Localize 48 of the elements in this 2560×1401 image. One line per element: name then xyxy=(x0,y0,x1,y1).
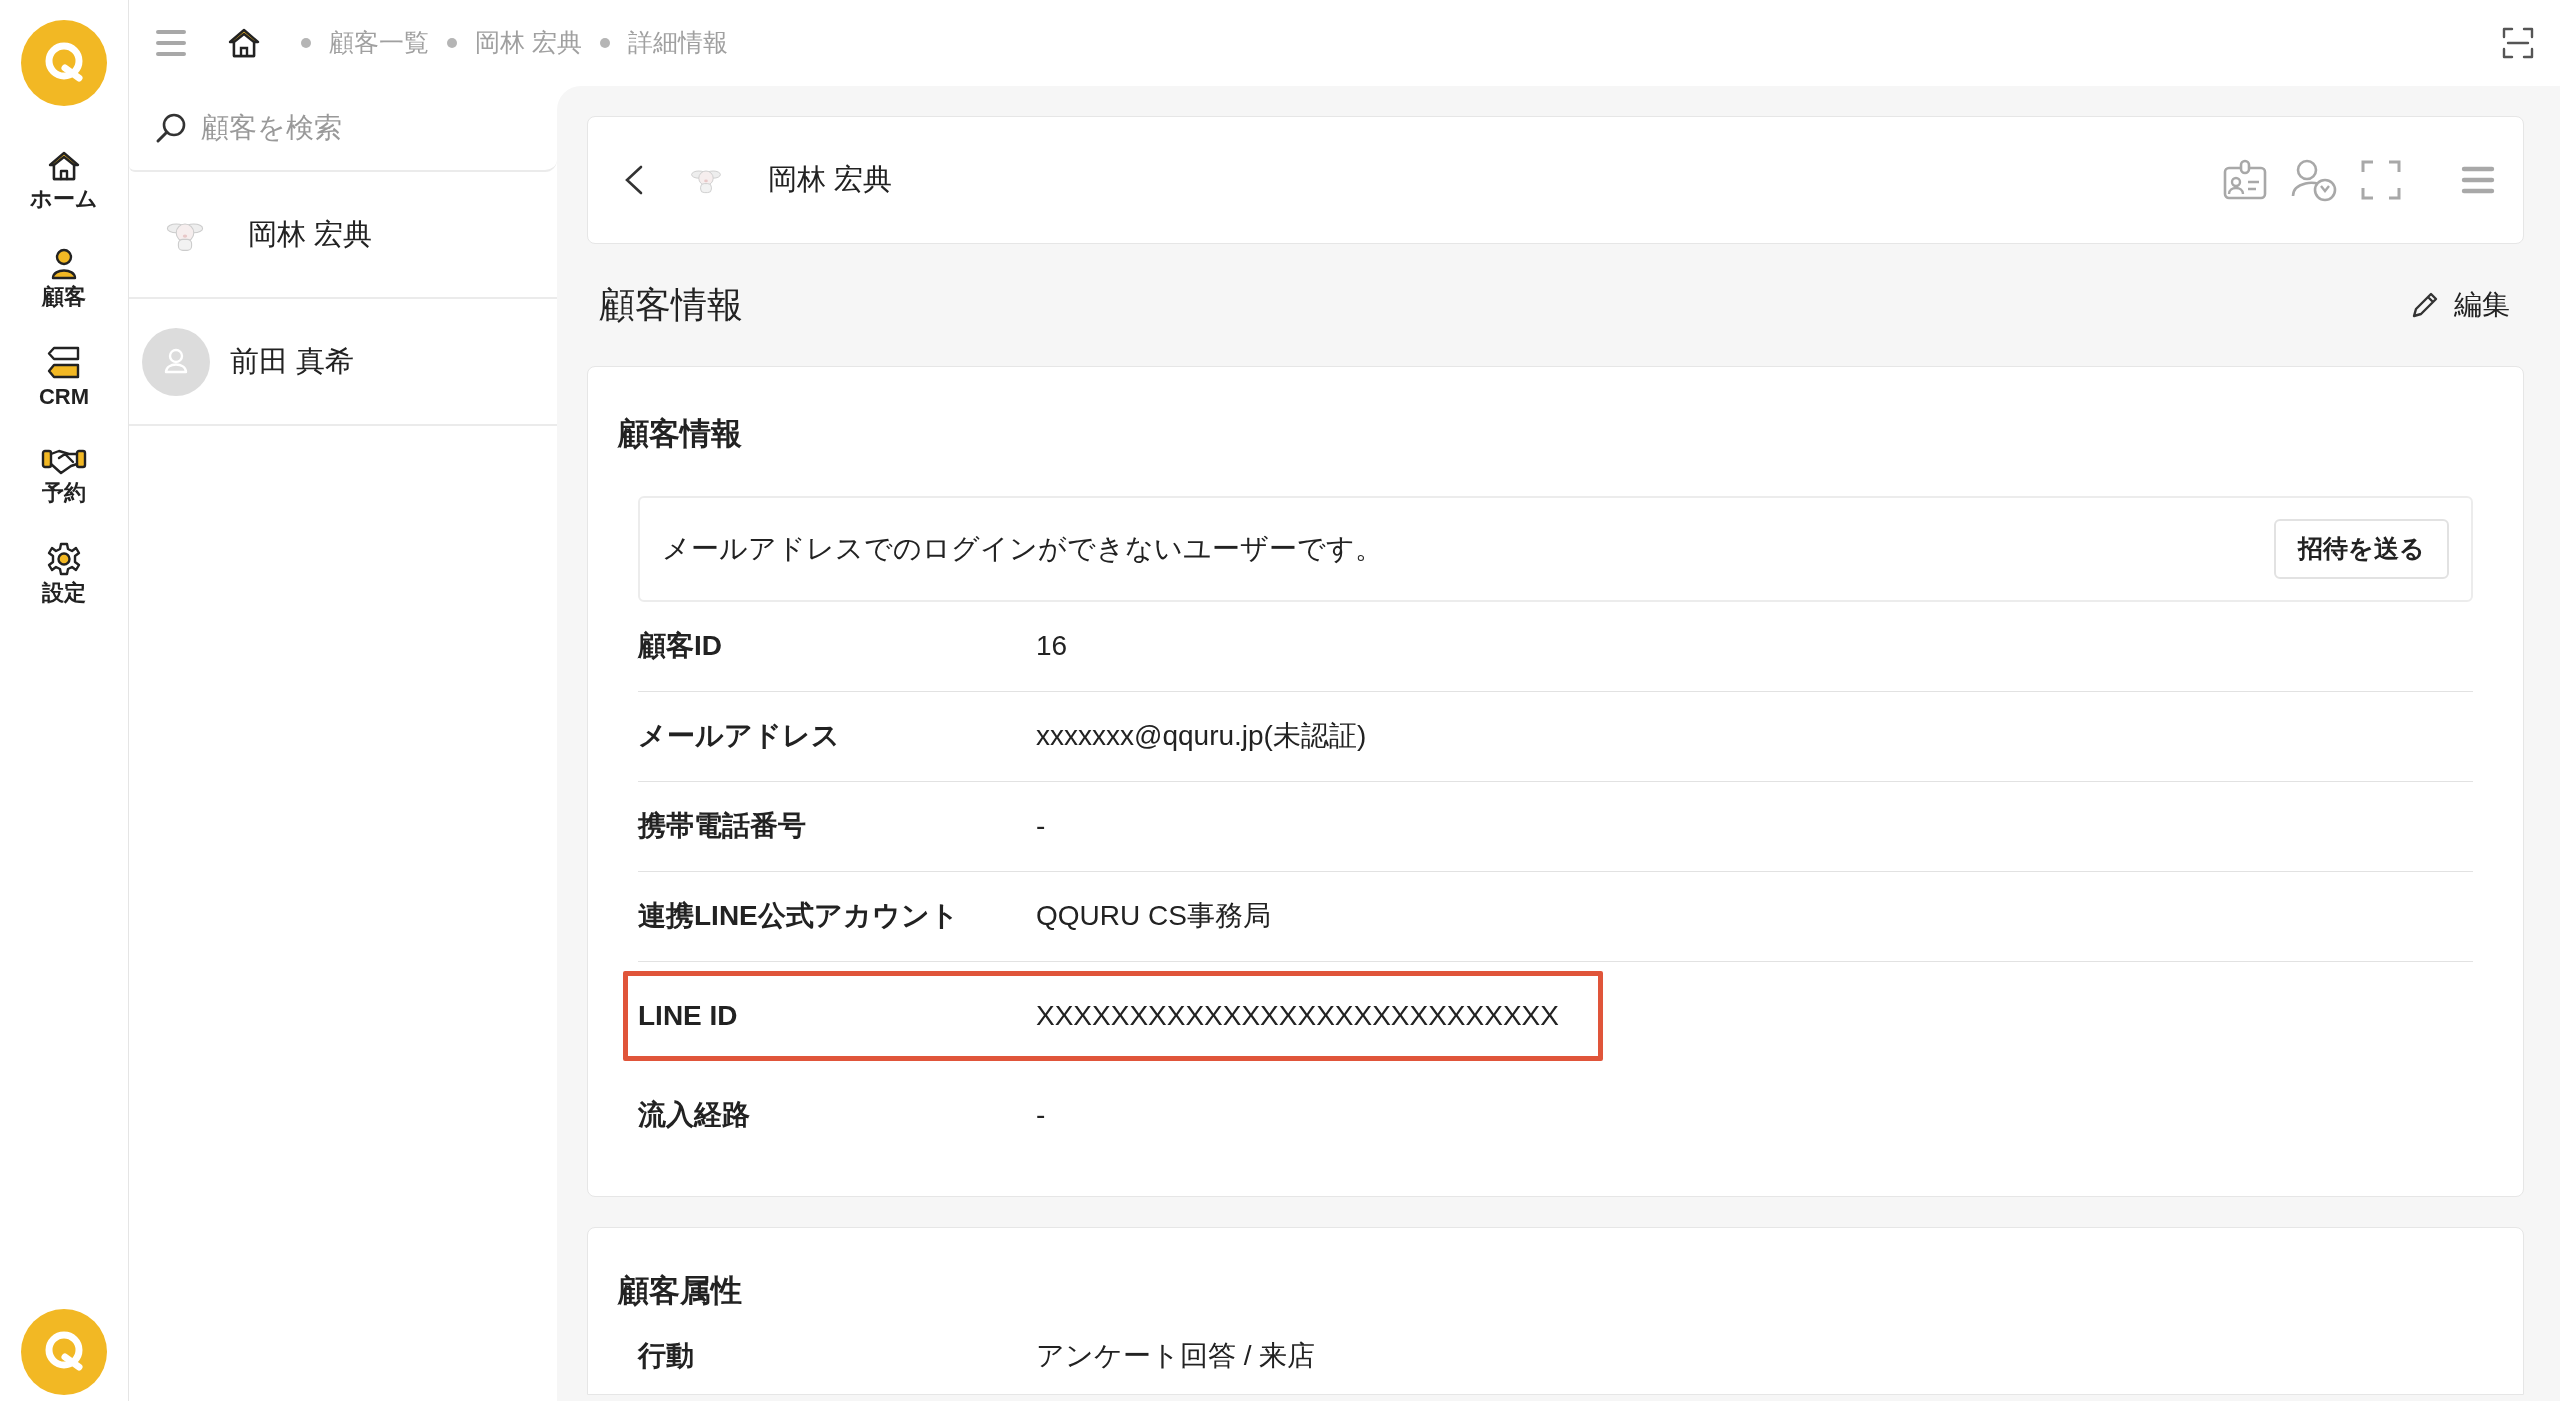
field-label: 流入経路 xyxy=(638,1097,751,1132)
field-label: 顧客ID xyxy=(638,629,723,663)
field-value: - xyxy=(1036,809,1046,843)
field-value: - xyxy=(1036,1097,1046,1132)
nav-item[interactable]: ホーム xyxy=(30,150,98,210)
logo-icon[interactable] xyxy=(21,1309,107,1395)
nav-item[interactable]: 顧客 xyxy=(42,248,86,308)
field-value: xxxxxxx@qquru.jp(未認証) xyxy=(1036,719,1367,753)
field-label: 行動 xyxy=(638,1339,695,1373)
settings-icon xyxy=(47,542,81,576)
invite-button[interactable]: 招待を送る xyxy=(2274,518,2449,579)
pencil-icon xyxy=(2410,290,2440,320)
tags-icon xyxy=(46,346,82,380)
field-label: 連携LINE公式アカウント xyxy=(638,899,960,933)
home-icon xyxy=(47,150,81,182)
avatar-icon xyxy=(142,327,210,396)
field-value: QQURU CS事務局 xyxy=(1036,899,1271,933)
search-icon xyxy=(155,112,187,144)
separator-dot-icon xyxy=(447,38,457,48)
fullscreen-icon[interactable] xyxy=(2502,27,2534,59)
separator-dot-icon xyxy=(301,38,311,48)
card-title: 顧客属性 xyxy=(618,1271,743,1310)
field-value: アンケート回答 / 来店 xyxy=(1036,1339,1316,1373)
back-icon[interactable] xyxy=(624,165,644,195)
logo-icon[interactable] xyxy=(21,20,107,106)
field-label: 携帯電話番号 xyxy=(638,809,807,843)
field-value: 16 xyxy=(1036,629,1068,663)
separator-dot-icon xyxy=(599,38,610,48)
field-value: XXXXXXXXXXXXXXXXXXXXXXXXXXXX xyxy=(1036,998,1559,1033)
search-field[interactable]: 顧客を検索 xyxy=(201,107,531,149)
field-label: メールアドレス xyxy=(638,719,841,753)
expand-icon[interactable] xyxy=(2361,160,2401,200)
menu-icon[interactable] xyxy=(155,28,187,58)
card-title: 顧客情報 xyxy=(618,415,743,453)
menu-icon[interactable] xyxy=(2461,165,2495,195)
nav-item[interactable]: 予約 xyxy=(41,446,87,504)
person-icon xyxy=(50,248,78,280)
customer-list-item[interactable]: 前田 真希 xyxy=(129,299,557,426)
nav-item[interactable]: 設定 xyxy=(42,542,86,604)
person-clock-icon[interactable] xyxy=(2291,158,2337,202)
id-card-icon[interactable] xyxy=(2223,158,2267,202)
home-icon[interactable] xyxy=(227,27,261,59)
edit-button[interactable]: 編集 xyxy=(2410,284,2510,326)
field-label: LINE ID xyxy=(638,998,739,1033)
notice-text: メールアドレスでのログインができないユーザーです。 xyxy=(662,531,1383,566)
customer-name: 岡林 宏典 xyxy=(768,162,893,198)
section-title: 顧客情報 xyxy=(599,283,743,327)
nav-item[interactable]: CRM xyxy=(38,346,90,408)
